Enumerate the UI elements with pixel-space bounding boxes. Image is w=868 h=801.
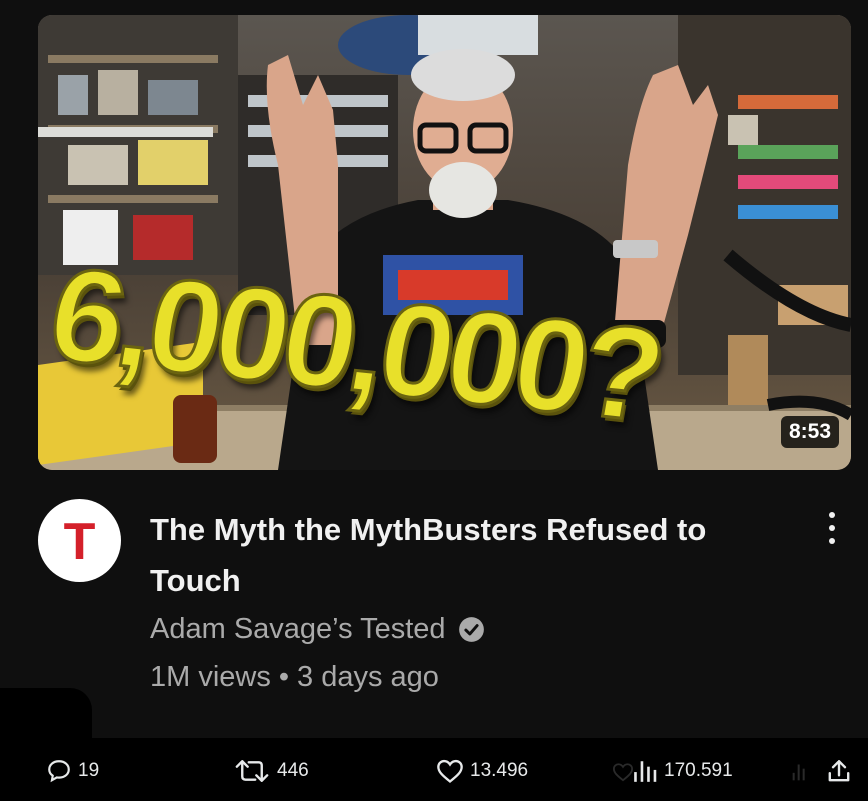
reply-button[interactable]: 19: [46, 758, 99, 784]
bar-chart-icon-ghost: [792, 764, 805, 781]
like-button[interactable]: 13.496: [436, 758, 528, 784]
repost-arrows-icon: [235, 760, 269, 782]
verified-check-icon: [458, 617, 484, 642]
repost-count: 446: [277, 760, 309, 781]
heart-icon: [437, 759, 463, 783]
post-action-bar: 19 446 13.496 170.591: [0, 738, 868, 801]
view-count: 1M views: [150, 661, 271, 693]
more-vertical-icon-dot: [829, 538, 835, 544]
video-duration-badge: 8:53: [780, 416, 839, 448]
metadata-separator: •: [278, 661, 290, 693]
more-vertical-icon-dot: [829, 512, 835, 518]
upload-age: 3 days ago: [297, 661, 439, 693]
video-thumbnail[interactable]: 6,000,000? 8:53: [38, 15, 851, 470]
view-count-post: 170.591: [664, 760, 733, 781]
bar-chart-icon: [634, 761, 657, 782]
channel-row: Adam Savage’s Tested: [150, 613, 485, 646]
channel-avatar[interactable]: T: [38, 499, 121, 582]
more-options-button[interactable]: [818, 506, 846, 550]
speech-bubble-icon: [48, 760, 70, 783]
share-button[interactable]: [826, 758, 852, 784]
repost-button[interactable]: 446: [233, 758, 309, 784]
video-title[interactable]: The Myth the MythBusters Refused to Touc…: [150, 504, 800, 606]
reply-count: 19: [78, 760, 100, 781]
video-metadata: 1M views • 3 days ago: [150, 661, 439, 694]
views-button[interactable]: 170.591: [632, 758, 733, 784]
like-count: 13.496: [470, 760, 529, 781]
channel-avatar-logo-letter: T: [63, 512, 96, 571]
card-notch-shadow: [0, 688, 92, 738]
heart-icon-ghost: [612, 763, 634, 782]
video-card[interactable]: 6,000,000? 8:53 T The Myth the MythBuste…: [0, 0, 868, 738]
more-vertical-icon-dot: [829, 525, 835, 531]
channel-name[interactable]: Adam Savage’s Tested: [150, 613, 446, 646]
share-upload-icon: [828, 760, 850, 782]
